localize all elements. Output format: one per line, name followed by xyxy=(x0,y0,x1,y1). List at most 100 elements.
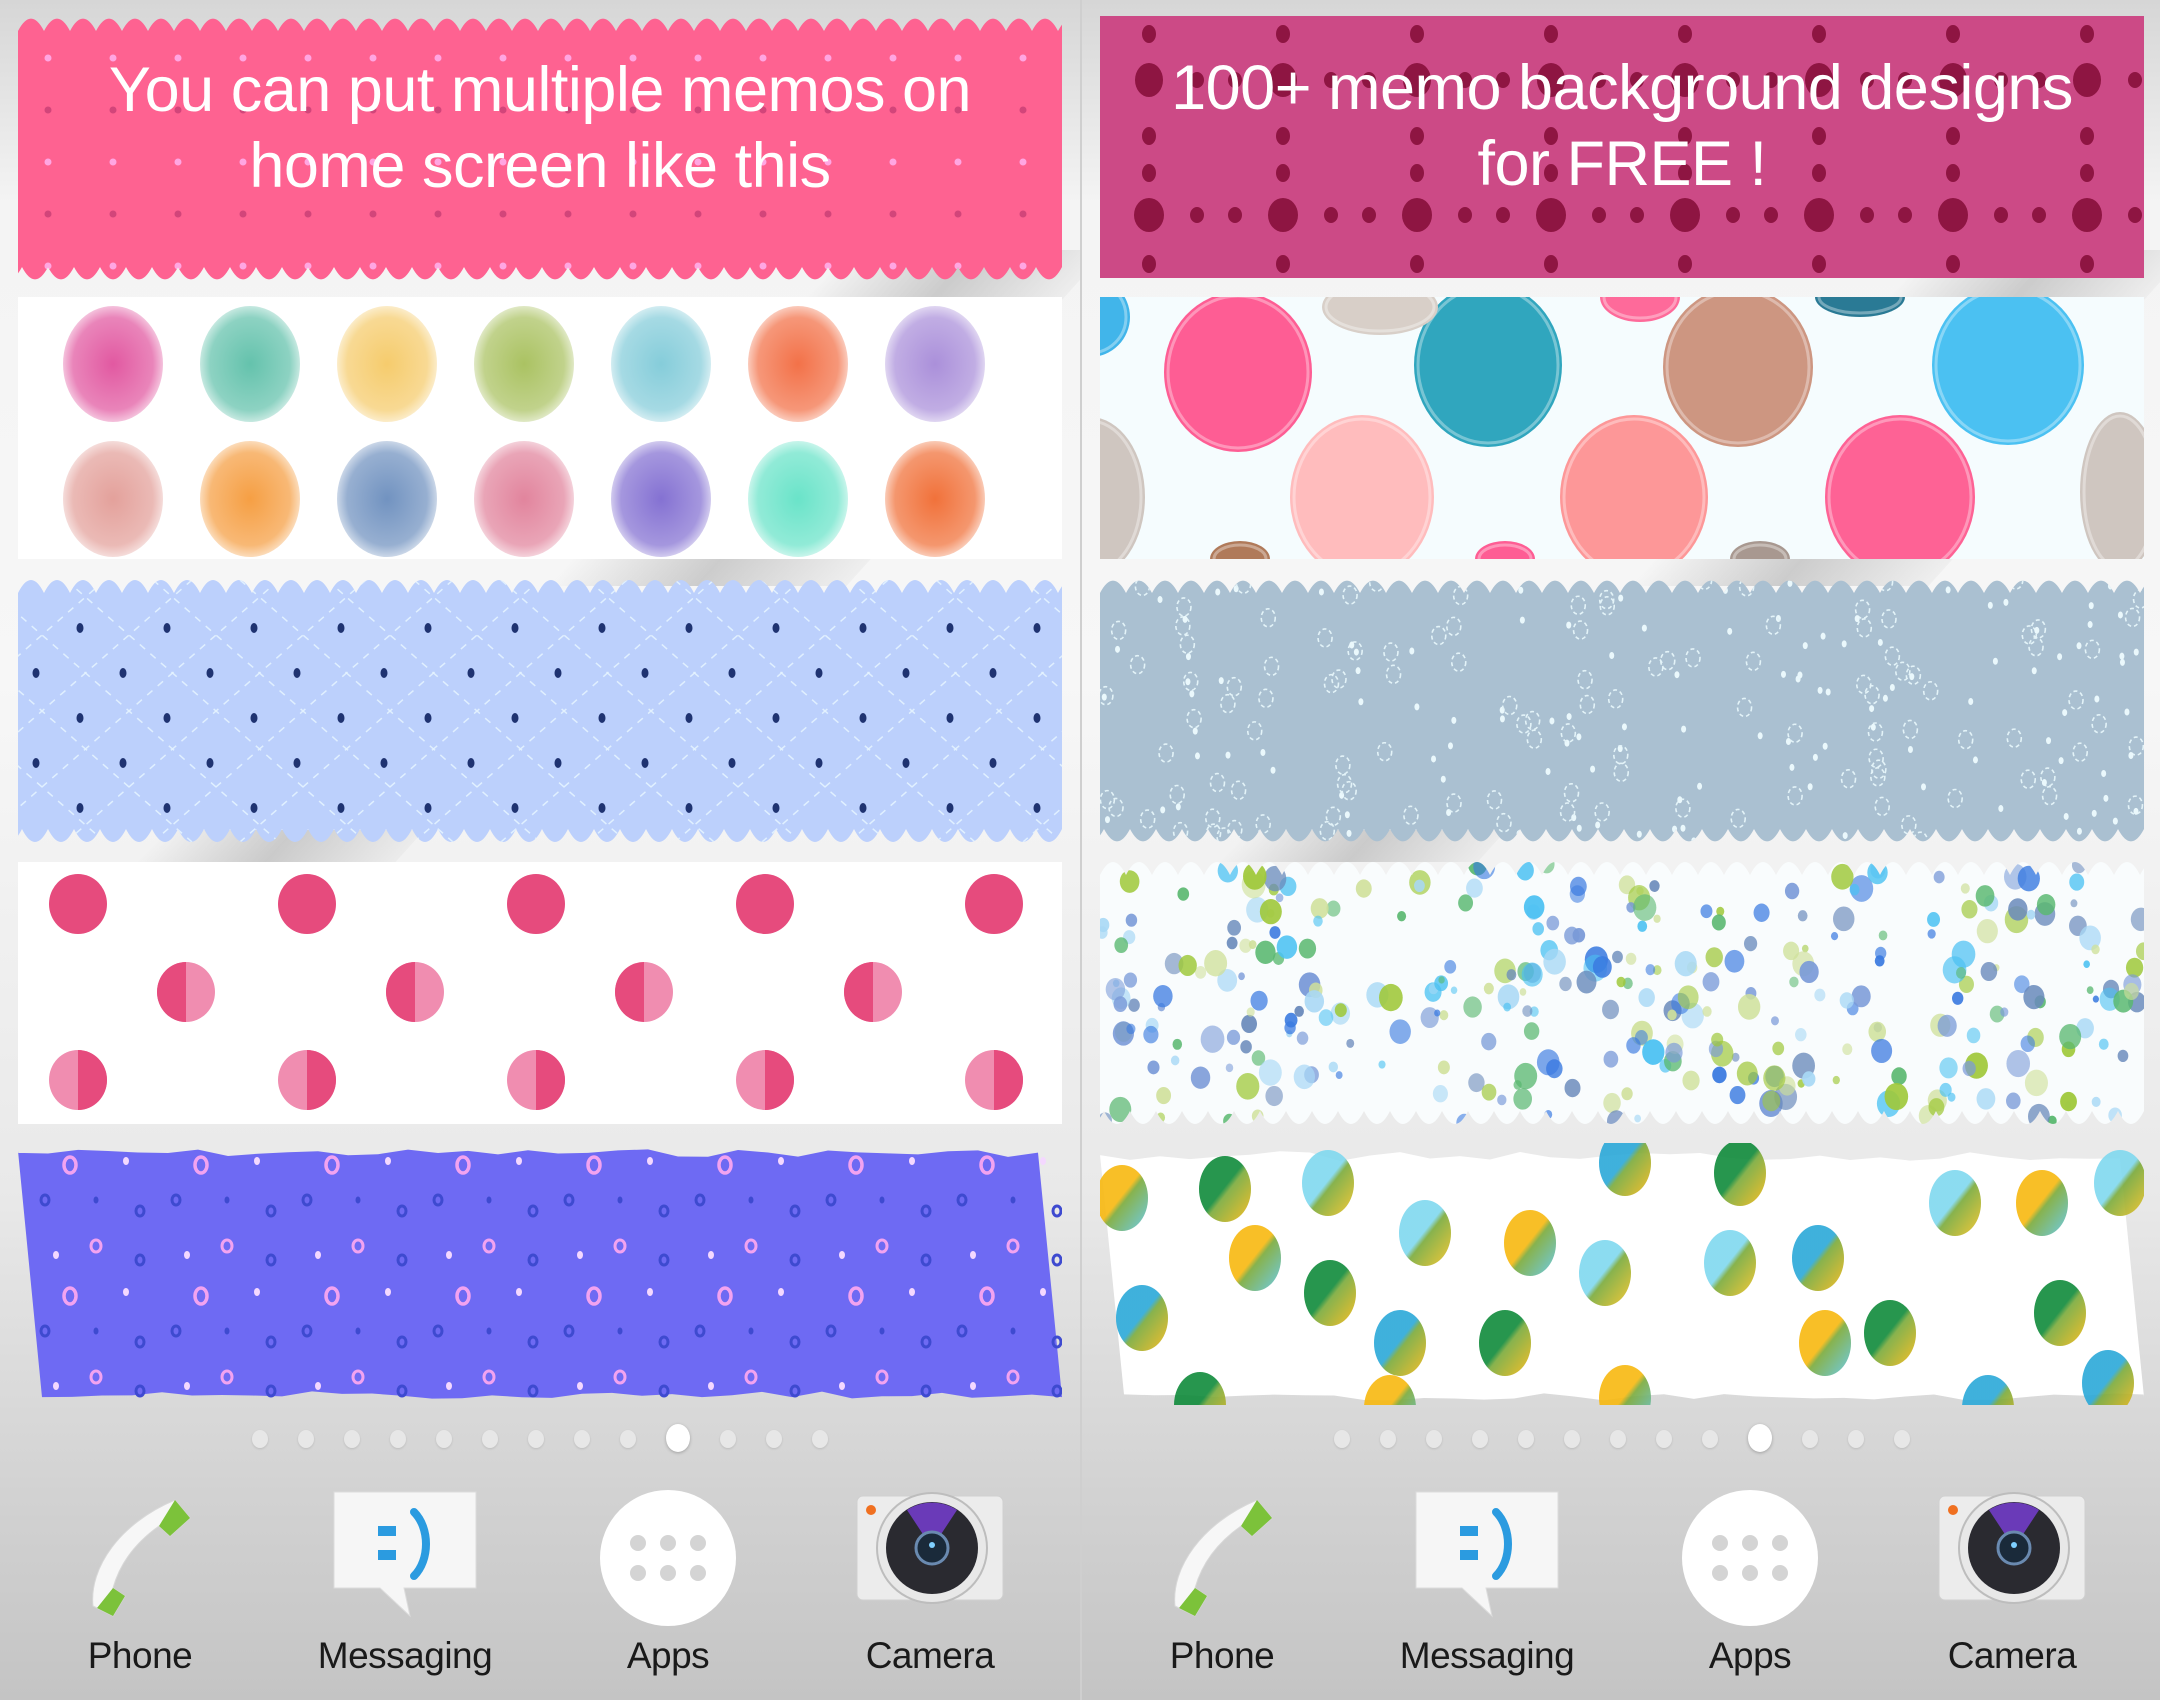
pattern-dot xyxy=(434,262,442,270)
pattern-dot xyxy=(685,803,693,813)
memo-widget-5[interactable] xyxy=(1100,1143,2144,1405)
violet-ring-dot-memo-bg xyxy=(18,1149,1062,1399)
page-dot[interactable] xyxy=(436,1430,452,1448)
memo-widget-3[interactable] xyxy=(1100,580,2144,842)
page-dot-active[interactable] xyxy=(666,1424,690,1452)
page-dot[interactable] xyxy=(252,1430,268,1448)
dock: Phone Messaging Apps Camera xyxy=(1082,1480,2160,1700)
home-screen-left: You can put multiple memos on home scree… xyxy=(0,0,1080,1700)
pattern-dot xyxy=(815,668,823,678)
memo-widget-3[interactable] xyxy=(18,580,1062,842)
dock-item-messaging[interactable]: Messaging xyxy=(1387,1480,1587,1700)
pattern-dot xyxy=(694,262,702,270)
dock-label: Phone xyxy=(1169,1635,1275,1676)
apps-icon xyxy=(1680,1488,1820,1633)
page-dot[interactable] xyxy=(1702,1430,1718,1448)
pattern-dot xyxy=(772,713,780,723)
messaging-icon xyxy=(1412,1488,1562,1623)
page-dot[interactable] xyxy=(1802,1430,1818,1448)
memo-widget-5[interactable] xyxy=(18,1143,1062,1405)
pattern-dot xyxy=(499,210,507,218)
pattern-dot xyxy=(174,210,182,218)
watercolor-dots-memo-bg xyxy=(18,297,1062,559)
page-dot[interactable] xyxy=(1380,1430,1396,1448)
dock-label: Apps xyxy=(626,1635,710,1676)
dock-item-camera[interactable]: Camera xyxy=(1912,1480,2112,1700)
page-dot[interactable] xyxy=(528,1430,544,1448)
page-dot[interactable] xyxy=(1334,1430,1350,1448)
pattern-dot xyxy=(44,210,52,218)
memo-widget-4[interactable] xyxy=(18,862,1062,1124)
page-dot[interactable] xyxy=(1518,1430,1534,1448)
page-dot[interactable] xyxy=(720,1430,736,1448)
pattern-dot xyxy=(163,803,171,813)
memo-widget-2[interactable] xyxy=(18,297,1062,559)
pattern-dot xyxy=(759,210,767,218)
page-dot[interactable] xyxy=(482,1430,498,1448)
page-dot[interactable] xyxy=(1472,1430,1488,1448)
pattern-dot xyxy=(641,668,649,678)
page-indicator[interactable] xyxy=(1082,1424,2160,1454)
pattern-dot xyxy=(337,623,345,633)
pattern-dot xyxy=(44,262,52,270)
messaging-icon xyxy=(330,1488,480,1623)
dock-item-phone[interactable]: Phone xyxy=(1122,1480,1322,1700)
page-dot[interactable] xyxy=(1426,1430,1442,1448)
memo-widget-1[interactable]: 100+ memo background designs for FREE ! xyxy=(1100,16,2144,278)
page-dot[interactable] xyxy=(344,1430,360,1448)
page-dot[interactable] xyxy=(574,1430,590,1448)
page-dot[interactable] xyxy=(1894,1430,1910,1448)
pattern-dot xyxy=(1033,623,1041,633)
page-dot[interactable] xyxy=(1564,1430,1580,1448)
page-dot[interactable] xyxy=(1848,1430,1864,1448)
pattern-dot xyxy=(293,668,301,678)
pattern-dot xyxy=(641,758,649,768)
watercolor-dot xyxy=(63,441,163,557)
dock-item-phone[interactable]: Phone xyxy=(40,1480,240,1700)
pattern-dot xyxy=(554,758,562,768)
pattern-dot xyxy=(946,623,954,633)
phone-icon xyxy=(1157,1488,1287,1623)
pattern-dot xyxy=(954,262,962,270)
pattern-dot xyxy=(337,803,345,813)
watercolor-dot xyxy=(2016,1170,2068,1236)
memo-headline: 100+ memo background designs for FREE ! xyxy=(1100,50,2144,202)
polka-dot xyxy=(49,874,107,934)
dock-label: Apps xyxy=(1708,1635,1792,1676)
watercolor-dot xyxy=(885,306,985,422)
memo-widget-4[interactable] xyxy=(1100,862,2144,1124)
watercolor-dot xyxy=(1302,1150,1354,1216)
pattern-dot xyxy=(293,758,301,768)
pattern-dot xyxy=(946,803,954,813)
pattern-dot xyxy=(629,262,637,270)
page-dot[interactable] xyxy=(620,1430,636,1448)
page-dot[interactable] xyxy=(1610,1430,1626,1448)
page-dot-active[interactable] xyxy=(1748,1424,1772,1452)
page-dot[interactable] xyxy=(766,1430,782,1448)
pattern-dot xyxy=(467,758,475,768)
watercolor-dot xyxy=(2034,1280,2086,1346)
pattern-dot xyxy=(32,758,40,768)
memo-widget-1[interactable]: You can put multiple memos on home scree… xyxy=(18,18,1062,280)
page-dot[interactable] xyxy=(812,1430,828,1448)
page-indicator[interactable] xyxy=(0,1424,1080,1454)
dock-item-camera[interactable]: Camera xyxy=(830,1480,1030,1700)
memo-widget-2[interactable] xyxy=(1100,297,2144,559)
pattern-dot xyxy=(859,803,867,813)
headline-line-2: home screen like this xyxy=(249,131,831,201)
page-dot[interactable] xyxy=(1656,1430,1672,1448)
pattern-dot xyxy=(946,713,954,723)
pattern-dot xyxy=(424,623,432,633)
pattern-dot xyxy=(239,262,247,270)
pattern-dot xyxy=(467,668,475,678)
page-dot[interactable] xyxy=(390,1430,406,1448)
dock-item-apps[interactable]: Apps xyxy=(1650,1480,1850,1700)
dock-item-apps[interactable]: Apps xyxy=(568,1480,768,1700)
page-dot[interactable] xyxy=(298,1430,314,1448)
watercolor-dot xyxy=(1579,1240,1631,1306)
pattern-dot xyxy=(902,668,910,678)
watercolor-dot xyxy=(1929,1170,1981,1236)
dock-item-messaging[interactable]: Messaging xyxy=(305,1480,505,1700)
pattern-dot xyxy=(109,210,117,218)
camera-icon xyxy=(1937,1488,2087,1623)
